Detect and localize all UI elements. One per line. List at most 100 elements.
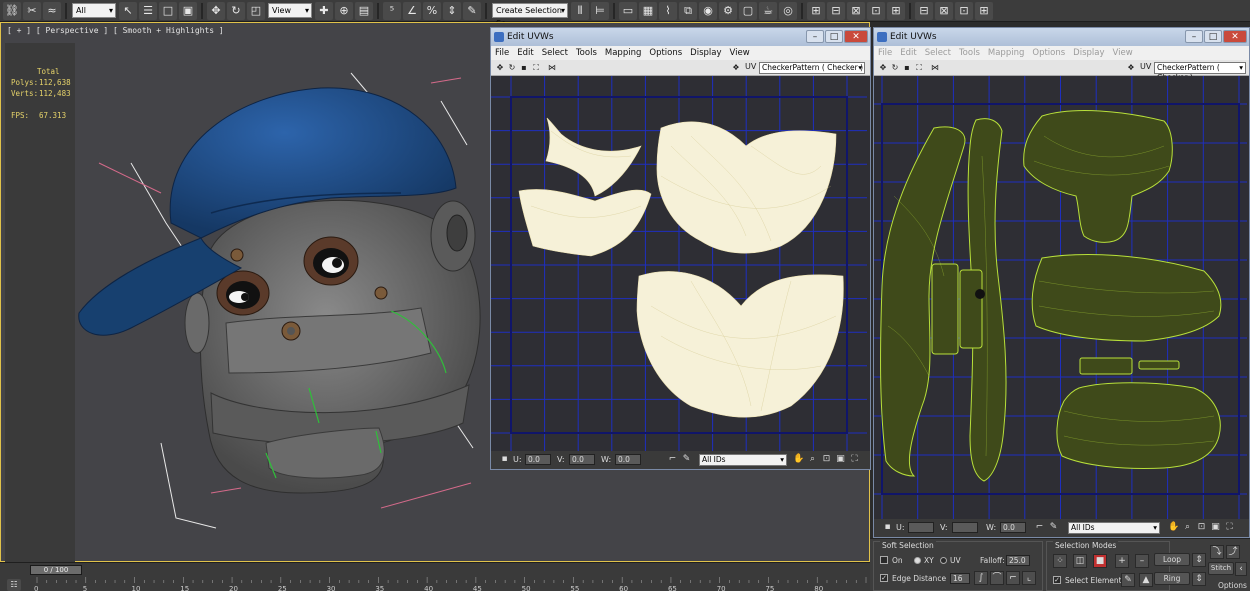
freeform-icon[interactable]: ⛶ bbox=[914, 63, 924, 73]
frame-icon[interactable]: ⛶ bbox=[1224, 522, 1235, 533]
zoom-extents-icon[interactable]: ▣ bbox=[835, 454, 846, 465]
graphite-icon-5[interactable]: ⊞ bbox=[887, 1, 905, 20]
falloff-field[interactable]: 25.0 bbox=[1006, 555, 1030, 566]
menu-edit[interactable]: Edit bbox=[900, 48, 916, 58]
edge-mode-icon[interactable]: ◫ bbox=[1073, 554, 1087, 568]
lock-icon[interactable]: ▪ bbox=[882, 522, 893, 533]
mirror-icon[interactable]: ⫴ bbox=[571, 1, 589, 20]
mirror-icon[interactable]: ⋈ bbox=[547, 63, 557, 73]
u-value-field[interactable]: 0.0 bbox=[525, 454, 551, 465]
uv-axis-label[interactable]: UV bbox=[1140, 62, 1151, 71]
rotate-icon[interactable]: ↻ bbox=[890, 63, 900, 73]
falloff-fast-icon[interactable]: ⌞ bbox=[1022, 571, 1036, 585]
menu-select[interactable]: Select bbox=[925, 48, 951, 58]
select-name-icon[interactable]: ☰ bbox=[139, 1, 157, 20]
paint-select-icon[interactable]: ✎ bbox=[1121, 573, 1135, 587]
graphite-icon-4[interactable]: ⊡ bbox=[867, 1, 885, 20]
select-element-checkbox[interactable]: ✓ bbox=[1053, 576, 1061, 584]
unlink-icon[interactable]: ✂ bbox=[23, 1, 41, 20]
stitch-arrow-icon[interactable]: ‹ bbox=[1235, 562, 1247, 576]
edit-named-sel-icon[interactable]: ✎ bbox=[463, 1, 481, 20]
move-icon[interactable]: ✥ bbox=[207, 1, 225, 20]
graphite-icon-7[interactable]: ⊠ bbox=[935, 1, 953, 20]
weld-icon[interactable]: ⌐ bbox=[667, 454, 678, 465]
render-icon[interactable]: ☕ bbox=[759, 1, 777, 20]
move-icon[interactable]: ✥ bbox=[878, 63, 888, 73]
ring-up-icon[interactable]: ⇕ bbox=[1192, 572, 1206, 586]
on-checkbox[interactable] bbox=[880, 556, 888, 564]
ids-dropdown[interactable]: All IDs bbox=[699, 454, 787, 466]
options-label[interactable]: Options bbox=[1218, 581, 1247, 590]
texture-dropdown[interactable]: CheckerPattern ( Checker ) bbox=[1154, 62, 1246, 82]
material-editor-icon[interactable]: ◉ bbox=[699, 1, 717, 20]
zoom-icon[interactable]: ⌕ bbox=[1182, 522, 1193, 533]
maximize-button[interactable]: □ bbox=[825, 30, 843, 43]
snap-icon[interactable]: ⁵ bbox=[383, 1, 401, 20]
ribbon-icon[interactable]: ▦ bbox=[639, 1, 657, 20]
rotate-icon[interactable]: ↻ bbox=[227, 1, 245, 20]
uv-radio[interactable] bbox=[940, 557, 947, 564]
edge-distance-field[interactable]: 16 bbox=[950, 573, 970, 584]
mirror-icon[interactable]: ⋈ bbox=[930, 63, 940, 73]
zoom-extents-icon[interactable]: ▣ bbox=[1210, 522, 1221, 533]
percent-snap-icon[interactable]: % bbox=[423, 1, 441, 20]
link-icon[interactable]: ⛓ bbox=[3, 1, 21, 20]
paint-icon[interactable]: ✎ bbox=[681, 454, 692, 465]
loop-up-icon[interactable]: ⇕ bbox=[1192, 553, 1206, 567]
minimize-button[interactable]: – bbox=[806, 30, 824, 43]
pan-hand-icon[interactable]: ✋ bbox=[793, 454, 804, 465]
vertex-mode-icon[interactable]: ⁘ bbox=[1053, 554, 1067, 568]
menu-file[interactable]: File bbox=[878, 48, 892, 58]
layers-icon[interactable]: ▭ bbox=[619, 1, 637, 20]
menu-display[interactable]: Display bbox=[690, 48, 721, 58]
scale-icon[interactable]: ◰ bbox=[247, 1, 265, 20]
freeform-icon[interactable]: ⛶ bbox=[531, 63, 541, 73]
weld-icon[interactable]: ⌐ bbox=[1034, 522, 1045, 533]
loop-button[interactable]: Loop bbox=[1154, 553, 1190, 566]
lock-icon[interactable]: ▪ bbox=[499, 454, 510, 465]
pivot-icon[interactable]: ✚ bbox=[315, 1, 333, 20]
render-frame-icon[interactable]: ▢ bbox=[739, 1, 757, 20]
falloff-slow-icon[interactable]: ⌐ bbox=[1006, 571, 1020, 585]
rect-region-icon[interactable]: □ bbox=[159, 1, 177, 20]
schematic-icon[interactable]: ⧉ bbox=[679, 1, 697, 20]
angle-snap-icon[interactable]: ∠ bbox=[403, 1, 421, 20]
uv-axis-label[interactable]: UV bbox=[745, 62, 756, 71]
menu-view[interactable]: View bbox=[1113, 48, 1133, 58]
close-button[interactable]: ✕ bbox=[844, 30, 868, 43]
bind-icon[interactable]: ≈ bbox=[43, 1, 61, 20]
falloff-linear-icon[interactable]: ∫ bbox=[974, 571, 988, 585]
paint-size-icon[interactable]: ▲ bbox=[1139, 573, 1153, 587]
uv-editor-canvas-1[interactable] bbox=[491, 76, 870, 454]
menu-select[interactable]: Select bbox=[542, 48, 568, 58]
menu-file[interactable]: File bbox=[495, 48, 509, 58]
grow-icon[interactable]: + bbox=[1115, 554, 1129, 568]
menu-edit[interactable]: Edit bbox=[517, 48, 533, 58]
spinner-snap-icon[interactable]: ⇕ bbox=[443, 1, 461, 20]
manipulate-icon[interactable]: ⊕ bbox=[335, 1, 353, 20]
quick-render-icon[interactable]: ◎ bbox=[779, 1, 797, 20]
stitch-target-icon[interactable]: ⤴ bbox=[1226, 545, 1240, 559]
curve-editor-icon[interactable]: ⌇ bbox=[659, 1, 677, 20]
v-value-field[interactable]: 0.0 bbox=[569, 454, 595, 465]
scale-icon[interactable]: ▪ bbox=[902, 63, 912, 73]
menu-tools[interactable]: Tools bbox=[959, 48, 980, 58]
zoom-region-icon[interactable]: ⊡ bbox=[1196, 522, 1207, 533]
scale-icon[interactable]: ▪ bbox=[519, 63, 529, 73]
checker-icon[interactable]: ❖ bbox=[1126, 63, 1136, 73]
paint-icon[interactable]: ✎ bbox=[1048, 522, 1059, 533]
ids-dropdown[interactable]: All IDs bbox=[1068, 522, 1160, 534]
window-cross-icon[interactable]: ▣ bbox=[179, 1, 197, 20]
graphite-icon-6[interactable]: ⊟ bbox=[915, 1, 933, 20]
w-value-field[interactable]: 0.0 bbox=[615, 454, 641, 465]
timeline[interactable]: 0 5 10 15 20 25 30 35 40 45 50 55 60 65 70 75 80 0 / 100… bbox=[0, 562, 870, 591]
maximize-button[interactable]: □ bbox=[1204, 30, 1222, 43]
frame-icon[interactable]: ⛶ bbox=[849, 454, 860, 465]
time-slider[interactable]: 0 / 100 bbox=[30, 565, 82, 575]
graphite-icon-9[interactable]: ⊞ bbox=[975, 1, 993, 20]
reference-coord-dropdown[interactable]: View bbox=[268, 3, 312, 18]
menu-tools[interactable]: Tools bbox=[576, 48, 597, 58]
xy-radio[interactable] bbox=[914, 557, 921, 564]
stitch-button[interactable]: Stitch bbox=[1208, 562, 1234, 575]
menu-display[interactable]: Display bbox=[1073, 48, 1104, 58]
